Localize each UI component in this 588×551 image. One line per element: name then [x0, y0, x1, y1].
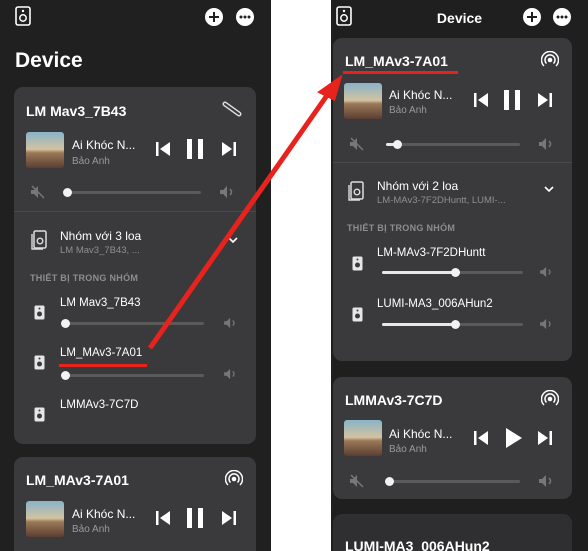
annotation-arrow: [147, 74, 343, 350]
